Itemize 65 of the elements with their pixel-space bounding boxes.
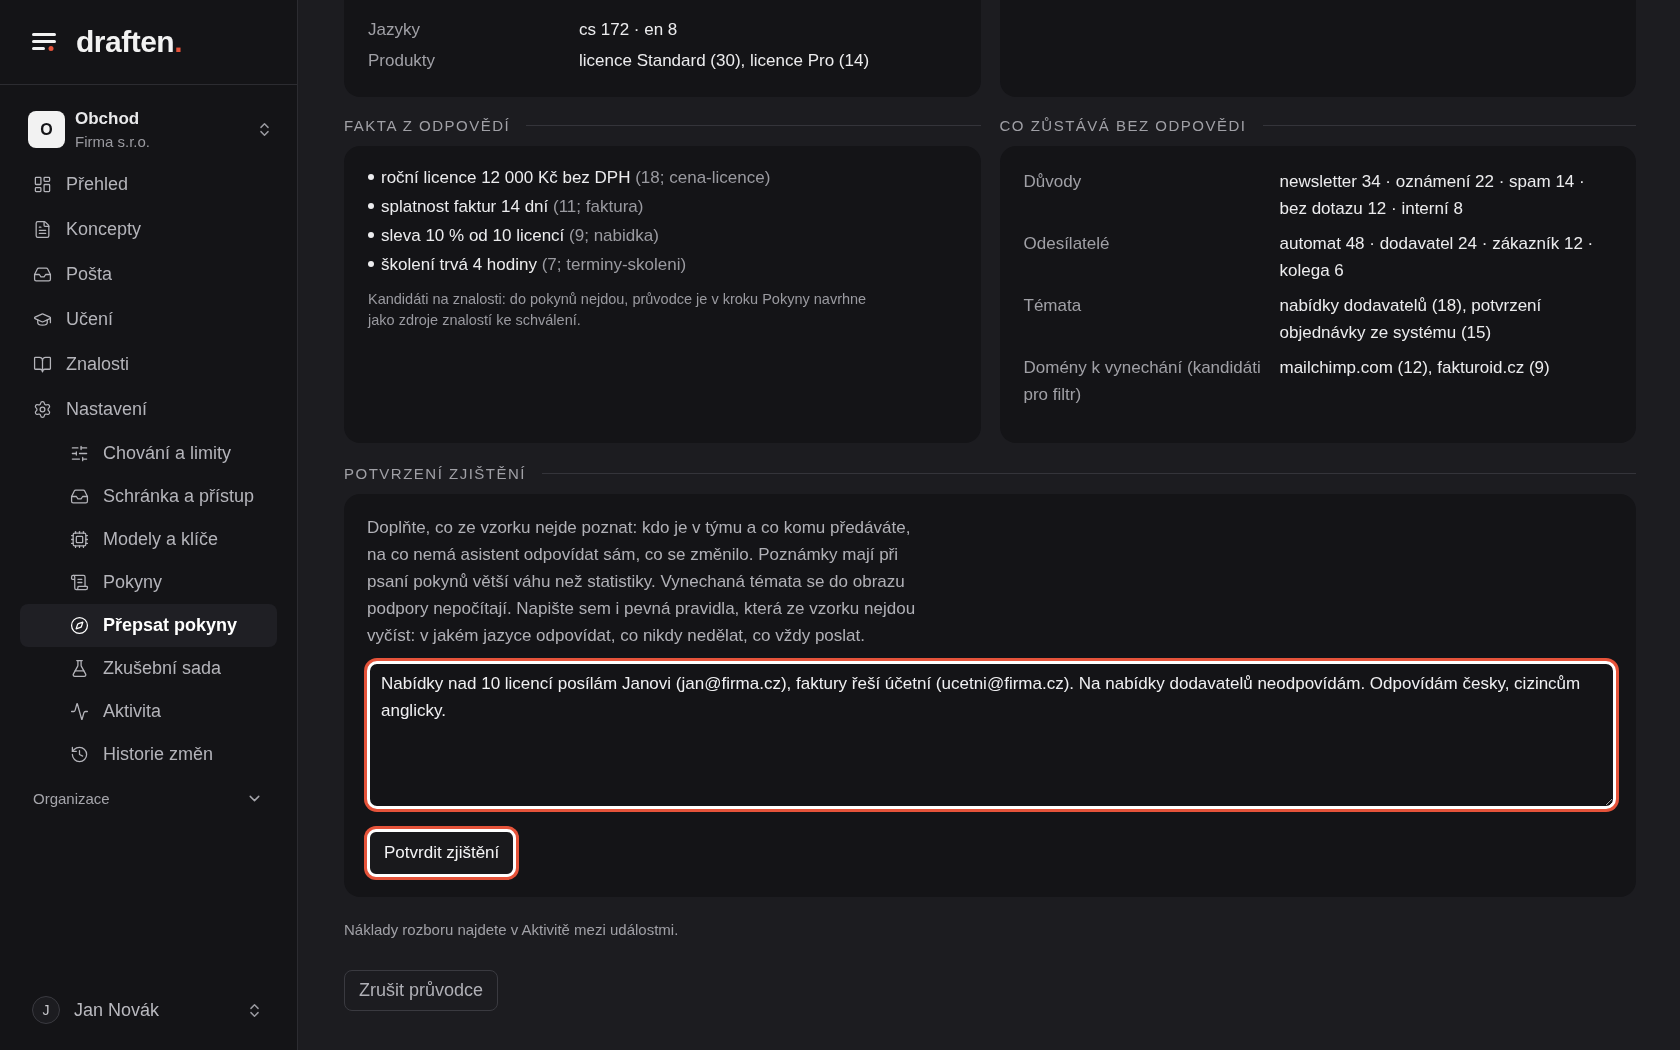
row-label: Domény k vynechání (kandidáti pro filtr) xyxy=(1023,357,1262,406)
graduation-cap-icon xyxy=(33,310,52,329)
row-value: nabídky dodavatelů (18), potvrzení objednávky ze systému (15) xyxy=(1279,295,1543,344)
summary-value: licence Standard (30), licence Pro (14) xyxy=(579,50,871,72)
settings-icon xyxy=(33,400,52,419)
note-text: Kandidáti na znalosti: do pokynů nejdou, průvodce je v kroku Pokyny navrhne jako zdroje znalostí ke schválení. xyxy=(368,290,868,330)
nav-subitem[interactable]: Historie změn xyxy=(20,733,277,776)
nav-item[interactable]: Učení xyxy=(20,297,277,342)
row-value: newsletter 34 · oznámení 22 · spam 14 · bez dotazu 12 · interní 8 xyxy=(1279,171,1586,220)
flask-icon xyxy=(70,659,89,678)
inbox-icon xyxy=(33,265,52,284)
workspace-avatar: O xyxy=(28,111,65,148)
workspace-name: Obchod xyxy=(75,109,141,129)
sliders-icon xyxy=(70,444,89,463)
nav-subitem[interactable]: Chování a limity xyxy=(20,432,277,475)
nav-subitem[interactable]: Aktivita xyxy=(20,690,277,733)
section-title: FAKTA Z ODPOVĚDÍ xyxy=(344,117,511,134)
nav-subitem[interactable]: Modely a klíče xyxy=(20,518,277,561)
notes-field[interactable]: Nabídky nad 10 licencí posílám Janovi (jan@firma.cz), faktury řeší účetní (ucetni@firma.cz). Na nabídky dodavatelů neodpovídám. Odpovídám česky, cizincům anglicky. xyxy=(367,661,1616,809)
bullet-icon xyxy=(368,174,374,180)
book-icon xyxy=(33,355,52,374)
section-title: POTVRZENÍ ZJIŠTĚNÍ xyxy=(344,465,526,482)
nav-item[interactable]: Přehled xyxy=(20,162,277,207)
chip-icon xyxy=(70,530,89,549)
intro-text: Doplňte, co ze vzorku nejde poznat: kdo je v týmu a co komu předáváte, na co nemá asistent odpovídat sám, co se změnilo. Poznámky mají při psaní pokynů větší váhu než statistiky. Vynechaná témata se do obrazu podpory nepočítají. Napište sem i pevná pravidla, která ze vzorku nejdou vyčíst: v jakém jazyce odpovídat, co nikdy nedělat, co vždy poslat. xyxy=(367,517,917,647)
nav-subitem[interactable]: Schránka a přístup xyxy=(20,475,277,518)
row-label: Důvody xyxy=(1023,171,1083,193)
bullet-icon xyxy=(368,232,374,238)
nav-item[interactable]: Koncepty xyxy=(20,207,277,252)
summary-value: cs 172 · en 8 xyxy=(579,19,679,41)
menu-icon[interactable] xyxy=(32,32,58,52)
cancel-button[interactable]: Zrušit průvodce xyxy=(344,970,499,1011)
footnote: Náklady rozboru najdete v Aktivitě mezi událostmi. xyxy=(344,921,680,938)
summary-label: Jazyky xyxy=(368,19,421,41)
row-label: Témata xyxy=(1023,295,1083,317)
grid-icon xyxy=(33,175,52,194)
row-value: automat 48 · dodavatel 24 · zákazník 12 · kolega 6 xyxy=(1279,233,1595,282)
nav-subitem[interactable]: Pokyny xyxy=(20,561,277,604)
user-name[interactable]: Jan Novák xyxy=(74,999,232,1021)
summary-label: Produkty xyxy=(368,50,437,72)
company-name: Firma s.r.o. xyxy=(75,133,151,150)
compass-icon xyxy=(70,616,89,635)
document-icon xyxy=(33,220,52,239)
group-label[interactable]: Organizace xyxy=(33,790,110,807)
history-icon xyxy=(70,745,89,764)
fact-item: sleva 10 % od 10 licencí (9; nabidka) xyxy=(368,226,957,246)
scroll-icon xyxy=(70,573,89,592)
nav-item[interactable]: Znalosti xyxy=(20,342,277,387)
nav-subitem[interactable]: Zkušební sada xyxy=(20,647,277,690)
fact-item: roční licence 12 000 Kč bez DPH (18; cena-licence) xyxy=(368,168,957,188)
nav-subitem[interactable]: Přepsat pokyny xyxy=(20,604,277,647)
confirm-button[interactable]: Potvrdit zjištění xyxy=(367,829,517,877)
row-label: Odesílatelé xyxy=(1023,233,1111,255)
bullet-icon xyxy=(368,261,374,267)
user-avatar: J xyxy=(32,996,60,1024)
bullet-icon xyxy=(368,203,374,209)
fact-item: školení trvá 4 hodiny (7; terminy-skoleni) xyxy=(368,255,957,275)
logo: draften. xyxy=(76,25,183,59)
nav-item[interactable]: Pošta xyxy=(20,252,277,297)
nav-item[interactable]: Nastavení xyxy=(20,387,277,432)
fact-item: splatnost faktur 14 dní (11; faktura) xyxy=(368,197,957,217)
inbox-icon xyxy=(70,487,89,506)
section-title: CO ZŮSTÁVÁ BEZ ODPOVĚDI xyxy=(999,117,1247,134)
row-value: mailchimp.com (12), fakturoid.cz (9) xyxy=(1279,357,1551,379)
pulse-icon xyxy=(70,702,89,721)
